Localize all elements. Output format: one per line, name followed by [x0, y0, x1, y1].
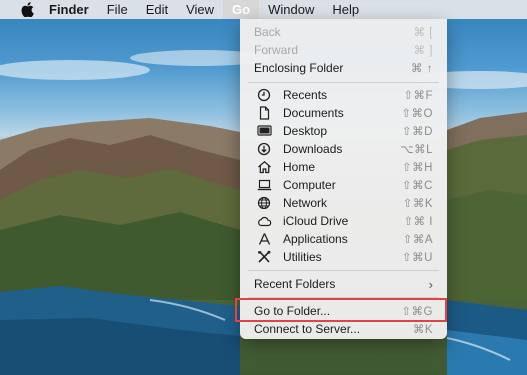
menu-item-recent-folders[interactable]: Recent Folders ›	[240, 275, 447, 293]
menu-item-label: Network	[283, 196, 328, 210]
annotation-highlight-box	[235, 298, 447, 322]
download-icon	[257, 142, 271, 156]
document-icon	[259, 106, 270, 120]
menu-item-label: Forward	[254, 43, 299, 57]
shortcut-label: ⌘ ↑	[411, 63, 433, 75]
menu-edit[interactable]: Edit	[137, 0, 177, 19]
tools-icon	[258, 250, 271, 263]
laptop-icon	[257, 179, 272, 191]
menu-separator	[248, 270, 439, 271]
shortcut-label: ⇧⌘D	[402, 126, 433, 138]
chevron-right-icon: ›	[428, 276, 433, 292]
menu-view[interactable]: View	[177, 0, 223, 19]
menu-finder[interactable]: Finder	[40, 0, 98, 19]
menu-item-forward[interactable]: Forward ⌘ ]	[240, 41, 447, 59]
shortcut-label: ⌘K	[412, 324, 433, 336]
menu-item-desktop[interactable]: Desktop ⇧⌘D	[240, 122, 447, 140]
shortcut-label: ⇧⌘U	[402, 252, 433, 264]
shortcut-label: ⇧⌘C	[402, 180, 433, 192]
menu-item-downloads[interactable]: Downloads ⌥⌘L	[240, 140, 447, 158]
menu-go[interactable]: Go	[223, 0, 260, 19]
menu-item-label: iCloud Drive	[283, 214, 349, 228]
shortcut-label: ⇧⌘H	[402, 162, 433, 174]
menu-item-label: Computer	[283, 178, 336, 192]
globe-icon	[257, 196, 271, 210]
menu-item-icloud-drive[interactable]: iCloud Drive ⇧⌘ I	[240, 212, 447, 230]
desktop-icon	[257, 125, 272, 136]
menu-item-home[interactable]: Home ⇧⌘H	[240, 158, 447, 176]
menu-item-utilities[interactable]: Utilities ⇧⌘U	[240, 248, 447, 266]
menu-item-back[interactable]: Back ⌘ [	[240, 23, 447, 41]
clock-icon	[257, 88, 271, 102]
menu-file[interactable]: File	[98, 0, 137, 19]
shortcut-label: ⌘ [	[413, 27, 433, 39]
shortcut-label: ⇧⌘A	[402, 234, 433, 246]
apple-logo-icon[interactable]	[14, 0, 40, 19]
applications-icon	[258, 233, 271, 245]
cloud-icon	[258, 216, 272, 227]
menu-item-label: Connect to Server...	[254, 322, 361, 336]
shortcut-label: ⇧⌘K	[402, 198, 433, 210]
menu-item-recents[interactable]: Recents ⇧⌘F	[240, 86, 447, 104]
shortcut-label: ⌥⌘L	[400, 144, 433, 156]
menu-item-label: Recents	[283, 88, 328, 102]
shortcut-label: ⇧⌘ I	[403, 216, 433, 228]
menu-item-enclosing-folder[interactable]: Enclosing Folder ⌘ ↑	[240, 59, 447, 77]
menu-item-label: Applications	[283, 232, 348, 246]
shortcut-label: ⇧⌘O	[401, 108, 433, 120]
menu-item-applications[interactable]: Applications ⇧⌘A	[240, 230, 447, 248]
menu-item-label: Desktop	[283, 124, 328, 138]
menu-item-connect-to-server[interactable]: Connect to Server... ⌘K	[240, 320, 447, 338]
menu-item-label: Downloads	[283, 142, 343, 156]
menu-item-network[interactable]: Network ⇧⌘K	[240, 194, 447, 212]
go-menu-dropdown: Back ⌘ [ Forward ⌘ ] Enclosing Folder ⌘ …	[240, 19, 447, 339]
menu-item-label: Enclosing Folder	[254, 61, 344, 75]
menu-item-computer[interactable]: Computer ⇧⌘C	[240, 176, 447, 194]
menu-separator	[248, 82, 439, 83]
menu-item-label: Back	[254, 25, 281, 39]
menu-item-label: Recent Folders	[254, 277, 336, 291]
menu-help[interactable]: Help	[323, 0, 368, 19]
shortcut-label: ⇧⌘F	[403, 90, 433, 102]
shortcut-label: ⌘ ]	[413, 45, 433, 57]
home-icon	[258, 160, 271, 174]
menu-item-label: Documents	[283, 106, 344, 120]
menu-item-documents[interactable]: Documents ⇧⌘O	[240, 104, 447, 122]
menu-window[interactable]: Window	[259, 0, 323, 19]
menu-bar: Finder File Edit View Go Window Help	[0, 0, 527, 19]
menu-item-label: Home	[283, 160, 316, 174]
menu-item-label: Utilities	[283, 250, 322, 264]
